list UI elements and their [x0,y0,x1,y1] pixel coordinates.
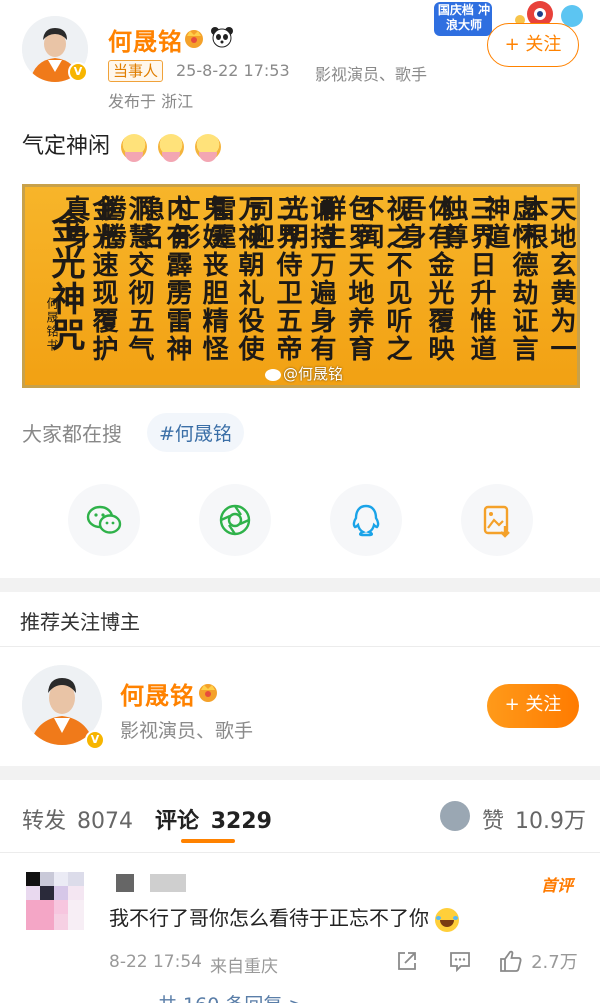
verified-icon: V [85,730,105,750]
recommend-desc: 影视演员、歌手 [120,720,254,742]
calligraphy-column: 视之不见听之不闻 [354,195,412,363]
emoji-icon [158,134,185,162]
comment-count: 3229 [210,809,272,834]
recommend-title: 推荐关注博主 [20,610,140,634]
comment-share-icon[interactable] [396,950,418,972]
section-divider [0,578,600,592]
search-topic-chip[interactable]: #何晟铭 [147,413,244,452]
weibo-logo-icon [265,368,281,381]
recommend-follow-button[interactable]: + 关注 [487,684,579,728]
like-label: 赞 [482,809,505,834]
emoji-icon [121,134,148,162]
festival-badge-text: 国庆档 冲浪大师 [437,3,491,32]
repost-label: 转发 [22,809,67,834]
verified-icon: V [68,62,88,82]
calligraphy-column: 诵持万遍身有光明 [278,195,336,363]
divider [0,646,600,647]
share-qq-button[interactable] [330,484,402,556]
calligraphy-column: 三界日升惟道独尊 [438,195,496,363]
post-text: 气定神闲 [22,134,111,159]
save-image-icon [483,505,510,538]
calligraphy-column: 天地玄黄为一本根 [518,195,576,363]
wechat-icon [86,505,122,534]
comment-label: 评论 [155,809,200,834]
search-label: 大家都在搜 [22,422,122,446]
panda-icon [210,26,234,48]
comment-like-button[interactable]: 2.7万 [498,948,578,974]
first-comment-badge: 首评 [541,876,574,895]
liker-avatar[interactable] [440,801,470,831]
view-replies-link[interactable]: 共 160 条回复 > [158,990,304,1003]
repost-count: 8074 [77,809,134,834]
share-moments-button[interactable] [199,484,271,556]
commenter-name-redacted[interactable] [116,874,186,892]
like-tab[interactable]: 赞 10.9万 [482,803,586,835]
calligraphy-column: 三界侍卫五帝司迎 [244,195,302,363]
comment-reply-icon[interactable] [448,950,472,973]
post-location: 发布于 浙江 [108,92,194,111]
share-wechat-button[interactable] [68,484,140,556]
calligraphy-column: 包罗天地养育群生 [316,195,374,363]
emoji-icon [195,134,222,162]
commenter-avatar[interactable] [26,872,84,930]
comment-datetime: 8-22 17:54 [109,952,202,972]
repost-tab[interactable]: 转发 8074 [22,803,133,835]
divider [0,852,600,853]
author-name[interactable]: 何晟铭 [108,22,183,57]
recommend-name[interactable]: 何晟铭 [120,676,195,711]
calligraphy-signature: 何晟铭书 [45,297,59,353]
calligraphy-column: 金光速现覆护真身 [60,195,118,363]
comment-location: 来自重庆 [210,957,278,977]
author-tag: 当事人 [108,60,164,82]
crown-icon [182,26,206,48]
calligraphy-column: 洞慧交彻五气腾腾 [96,195,154,363]
qq-icon [352,504,380,537]
post-datetime: 25-8-22 17:53 [176,61,290,80]
calligraphy-column: 虚怀德劫证言神道 [480,195,538,363]
comment-text: 我不行了哥你怎么看待于正忘不了你 [109,906,429,930]
watermark: @何晟铭 [265,363,343,384]
section-divider [0,766,600,780]
thumbs-up-icon [500,950,522,972]
comment-like-count: 2.7万 [531,952,578,973]
crown-icon [196,680,220,702]
author-role: 影视演员、歌手 [315,65,428,84]
laugh-emoji-icon [435,907,460,932]
save-image-button[interactable] [461,484,533,556]
calligraphy-column: 体有金光覆映吾身 [396,195,454,363]
active-tab-indicator [181,839,235,843]
post-text-row: 气定神闲 [22,128,222,162]
comment-tab[interactable]: 评论 3229 [155,803,272,835]
like-count: 10.9万 [515,809,587,834]
calligraphy-column: 鬼妖丧胆精怪亡形 [170,195,228,363]
follow-button[interactable]: + 关注 [487,23,579,67]
calligraphy-column: 万神朝礼役使雷霆 [206,195,264,363]
calligraphy-column: 内有霹雳雷神隐名 [134,195,192,363]
post-image[interactable]: 天地玄黄为一本根 虚怀德劫证言神道 三界日升惟道独尊 体有金光覆映吾身 视之不见… [22,184,580,388]
comment-text-row: 我不行了哥你怎么看待于正忘不了你 [109,902,460,932]
moments-icon [219,504,251,536]
